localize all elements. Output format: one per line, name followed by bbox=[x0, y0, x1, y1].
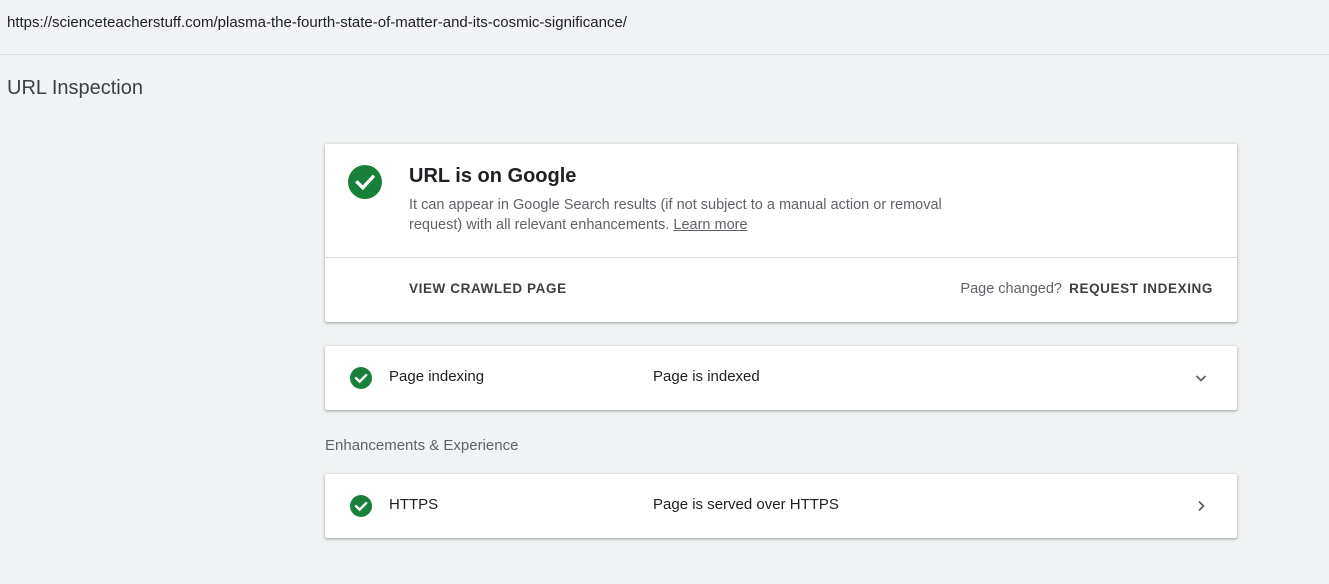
page-title: URL Inspection bbox=[7, 77, 143, 99]
https-row[interactable]: HTTPS Page is served over HTTPS bbox=[325, 474, 1237, 538]
enhancements-heading: Enhancements & Experience bbox=[325, 437, 519, 454]
url-bar: https://scienceteacherstuff.com/plasma-t… bbox=[0, 0, 1329, 55]
https-status: Page is served over HTTPS bbox=[653, 496, 839, 513]
page-changed-label: Page changed? bbox=[960, 281, 1062, 297]
page-indexing-status: Page is indexed bbox=[653, 368, 760, 385]
request-indexing-button[interactable]: REQUEST INDEXING bbox=[1069, 281, 1213, 296]
chevron-down-icon[interactable] bbox=[1193, 370, 1209, 386]
https-label: HTTPS bbox=[389, 496, 439, 513]
inspected-url[interactable]: https://scienceteacherstuff.com/plasma-t… bbox=[7, 14, 627, 31]
page-indexing-label: Page indexing bbox=[389, 368, 485, 385]
inspection-summary-card: URL is on Google It can appear in Google… bbox=[325, 144, 1237, 322]
view-crawled-page-button[interactable]: VIEW CRAWLED PAGE bbox=[409, 281, 567, 296]
check-circle-icon bbox=[350, 367, 372, 389]
check-circle-icon bbox=[348, 165, 382, 199]
summary-title: URL is on Google bbox=[409, 165, 577, 187]
learn-more-link[interactable]: Learn more bbox=[673, 217, 747, 233]
check-circle-icon bbox=[350, 495, 372, 517]
summary-description: It can appear in Google Search results (… bbox=[409, 195, 979, 235]
divider bbox=[325, 257, 1237, 258]
page-indexing-row[interactable]: Page indexing Page is indexed bbox=[325, 346, 1237, 410]
chevron-right-icon[interactable] bbox=[1193, 498, 1209, 514]
